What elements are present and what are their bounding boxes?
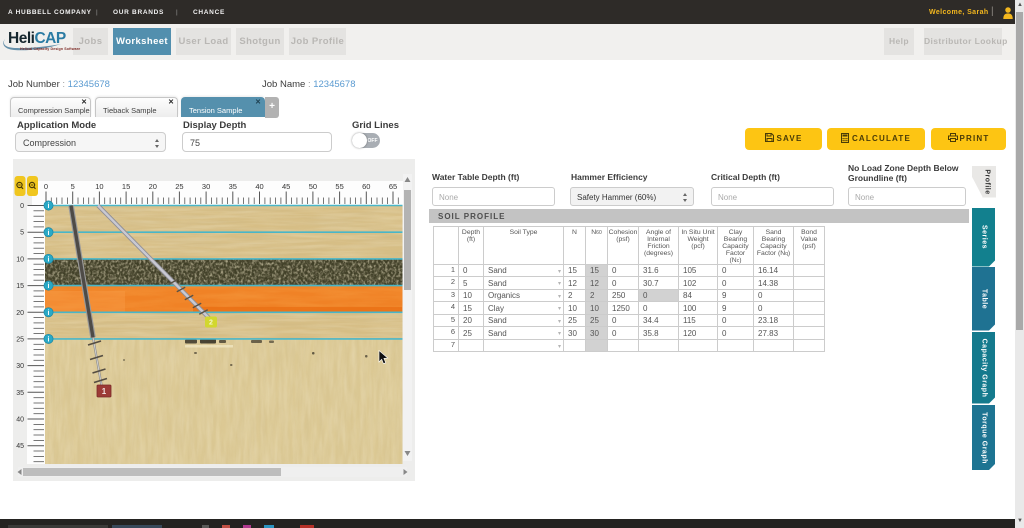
svg-text:0: 0 bbox=[20, 203, 24, 210]
svg-text:20: 20 bbox=[149, 182, 157, 191]
svg-text:55: 55 bbox=[335, 182, 343, 191]
svg-text:i: i bbox=[48, 203, 50, 210]
svg-text:35: 35 bbox=[16, 390, 24, 397]
svg-text:35: 35 bbox=[229, 182, 237, 191]
svg-text:15: 15 bbox=[122, 182, 130, 191]
svg-text:1: 1 bbox=[102, 387, 107, 396]
svg-text:i: i bbox=[48, 230, 50, 237]
svg-text:15: 15 bbox=[16, 283, 24, 290]
svg-text:i: i bbox=[48, 283, 50, 290]
svg-text:65: 65 bbox=[389, 182, 397, 191]
svg-text:45: 45 bbox=[16, 443, 24, 450]
svg-text:10: 10 bbox=[16, 256, 24, 263]
svg-text:25: 25 bbox=[175, 182, 183, 191]
svg-text:45: 45 bbox=[282, 182, 290, 191]
svg-text:40: 40 bbox=[16, 417, 24, 424]
svg-text:50: 50 bbox=[309, 182, 317, 191]
svg-text:10: 10 bbox=[95, 182, 103, 191]
svg-text:i: i bbox=[48, 337, 50, 344]
svg-text:25: 25 bbox=[16, 336, 24, 343]
svg-text:2: 2 bbox=[209, 320, 213, 327]
svg-text:5: 5 bbox=[71, 182, 75, 191]
svg-text:0: 0 bbox=[44, 182, 48, 191]
svg-text:i: i bbox=[48, 310, 50, 317]
svg-text:20: 20 bbox=[16, 310, 24, 317]
svg-text:30: 30 bbox=[202, 182, 210, 191]
svg-text:i: i bbox=[48, 257, 50, 264]
svg-text:30: 30 bbox=[16, 363, 24, 370]
svg-text:40: 40 bbox=[255, 182, 263, 191]
svg-text:60: 60 bbox=[362, 182, 370, 191]
svg-text:5: 5 bbox=[20, 230, 24, 237]
